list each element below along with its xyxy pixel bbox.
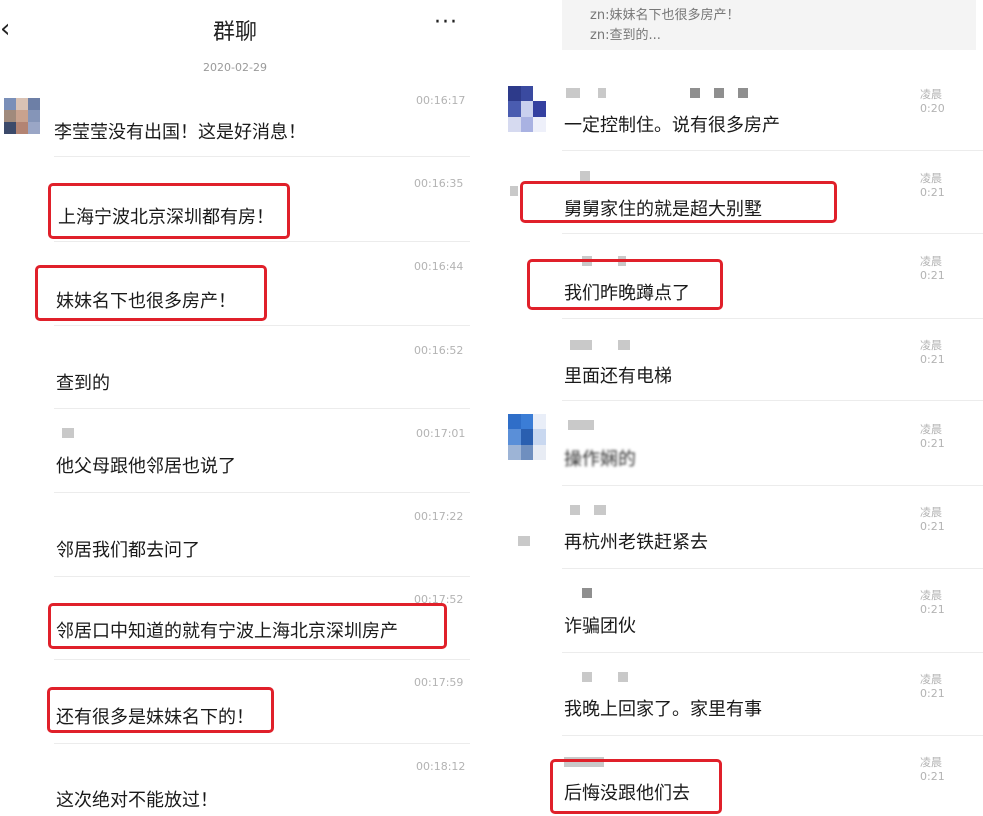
message-time: 凌晨0:21 [920, 339, 945, 366]
highlight-box [48, 183, 290, 239]
blurred-name [598, 88, 606, 98]
highlight-box [35, 265, 267, 321]
message-time: 凌晨0:21 [920, 172, 945, 199]
more-options-icon[interactable]: ··· [434, 10, 458, 35]
message-text: 再杭州老铁赶紧去 [564, 532, 708, 553]
blurred-name [570, 505, 580, 515]
message-text: 诈骗团伙 [564, 616, 636, 637]
chat-date: 2020-02-29 [203, 61, 267, 74]
blurred-name [582, 588, 592, 598]
highlight-box [527, 259, 723, 310]
quoted-message: zn:妹妹名下也很多房产！ zn:查到的... [562, 0, 976, 50]
quote-line: zn:查到的... [590, 28, 661, 43]
message-time: 凌晨0:21 [920, 756, 945, 783]
message-time: 凌晨0:21 [920, 673, 945, 700]
blurred-name [62, 428, 74, 438]
blurred-avatar [518, 536, 530, 546]
message-time: 00:16:44 [414, 260, 464, 273]
separator [562, 150, 983, 151]
message-time: 00:17:22 [414, 510, 464, 523]
message-time: 00:16:17 [416, 94, 466, 107]
separator [54, 408, 470, 409]
blurred-name [738, 88, 748, 98]
separator [54, 743, 470, 744]
message-time: 凌晨0:21 [920, 506, 945, 533]
message-text: 李莹莹没有出国！这是好消息！ [54, 122, 306, 143]
blurred-name [580, 171, 590, 181]
avatar [508, 414, 546, 460]
blurred-name [582, 672, 592, 682]
separator [562, 735, 983, 736]
highlight-box [550, 759, 722, 814]
blurred-name [568, 420, 594, 430]
separator [562, 652, 983, 653]
message-time: 00:18:12 [416, 760, 466, 773]
message-text: 邻居我们都去问了 [56, 540, 200, 561]
message-time: 00:16:52 [414, 344, 464, 357]
message-text: 我晚上回家了。家里有事 [564, 699, 762, 720]
separator [54, 156, 470, 157]
message-time: 凌晨0:21 [920, 255, 945, 282]
chat-header: ‹ 群聊 ··· [0, 0, 470, 62]
separator [562, 400, 983, 401]
avatar [4, 98, 40, 134]
blurred-name [566, 88, 580, 98]
separator [54, 241, 470, 242]
blurred-name [618, 340, 630, 350]
message-time: 00:17:01 [416, 427, 466, 440]
blurred-name [594, 505, 606, 515]
chat-title: 群聊 [212, 20, 257, 45]
blurred-avatar [510, 186, 518, 196]
separator [54, 576, 470, 577]
quote-line: zn:妹妹名下也很多房产！ [590, 8, 740, 23]
message-text: 里面还有电梯 [564, 366, 672, 387]
message-time: 凌晨0:20 [920, 88, 945, 115]
message-text: 他父母跟他邻居也说了 [56, 456, 236, 477]
separator [562, 233, 983, 234]
blurred-name [714, 88, 724, 98]
panel-gap [470, 0, 500, 816]
highlight-box [520, 181, 837, 223]
message-text: 一定控制住。说有很多房产 [564, 115, 780, 136]
blurred-name [618, 672, 628, 682]
separator [54, 659, 470, 660]
separator [562, 485, 983, 486]
blurred-name [690, 88, 700, 98]
message-time: 凌晨0:21 [920, 589, 945, 616]
blurred-name [570, 340, 592, 350]
highlight-box [47, 687, 274, 733]
separator [54, 492, 470, 493]
highlight-box [48, 603, 447, 649]
separator [54, 325, 470, 326]
message-text: 这次绝对不能放过！ [56, 790, 218, 811]
message-time: 00:17:59 [414, 676, 464, 689]
message-text: 操作娴的 [564, 449, 636, 470]
avatar [508, 86, 546, 132]
message-time: 凌晨0:21 [920, 423, 945, 450]
left-chat-panel: ‹ 群聊 ··· 2020-02-29 00:16:17 李莹莹没有出国！这是好… [0, 0, 470, 816]
message-text: 查到的 [56, 373, 110, 394]
right-chat-panel: zn:妹妹名下也很多房产！ zn:查到的... 凌晨0:20 一定控制住。说有很… [500, 0, 983, 816]
message-time: 00:16:35 [414, 177, 464, 190]
separator [562, 568, 983, 569]
separator [562, 318, 983, 319]
